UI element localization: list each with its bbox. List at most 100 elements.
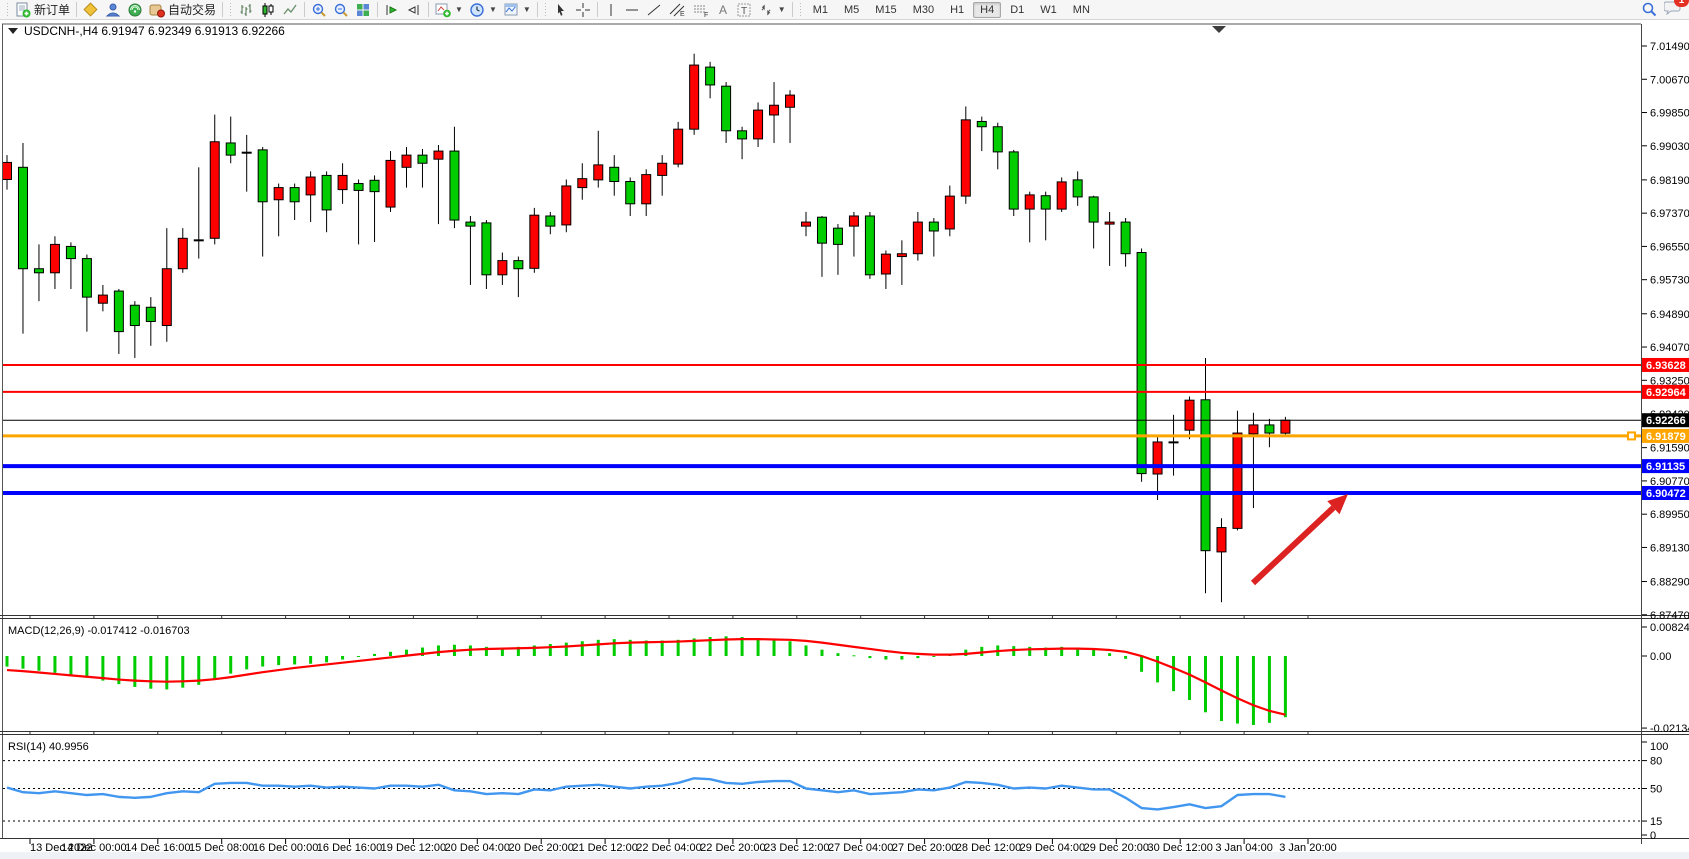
time-axis[interactable]: 13 Dec 202214 Dec 00:0014 Dec 16:0015 De… <box>30 839 1337 854</box>
macd-bar <box>597 640 600 656</box>
auto-scroll-button[interactable] <box>381 1 403 19</box>
time-tick-label: 29 Dec 04:00 <box>1020 842 1085 854</box>
chart-title: USDCNH-,H4 6.91947 6.92349 6.91913 6.922… <box>24 24 285 38</box>
text-button[interactable]: A <box>713 1 733 19</box>
tab-timeframe-MN[interactable]: MN <box>1066 2 1097 18</box>
macd-bar <box>1140 656 1143 672</box>
time-tick-label: 16 Dec 00:00 <box>253 842 318 854</box>
arrows-button[interactable]: ▼ <box>755 1 789 19</box>
macd-bar <box>69 656 72 675</box>
auto-scroll-icon <box>384 2 400 18</box>
macd-bar <box>309 656 312 664</box>
macd-bar <box>613 639 616 656</box>
tab-timeframe-M15[interactable]: M15 <box>868 2 903 18</box>
hline-price-badge-label: 6.91135 <box>1646 461 1685 473</box>
search-icon[interactable] <box>1641 1 1658 18</box>
svg-text:E: E <box>680 11 685 18</box>
macd-bar <box>293 656 296 664</box>
bar-chart-icon <box>238 2 254 18</box>
trendline-icon <box>646 2 662 18</box>
chevron-down-icon: ▼ <box>455 5 463 14</box>
text-label-icon: T <box>736 2 752 18</box>
macd-bar <box>325 656 328 662</box>
bar-chart-button[interactable] <box>235 1 257 19</box>
macd-bar <box>277 656 280 665</box>
time-tick-label: 22 Dec 20:00 <box>700 842 765 854</box>
chevron-down-icon: ▼ <box>778 5 786 14</box>
svg-text:T: T <box>741 6 747 17</box>
macd-bar <box>820 650 823 656</box>
fibonacci-button[interactable]: F <box>689 1 713 19</box>
price-tick-label: 6.94890 <box>1650 309 1689 321</box>
tab-timeframe-M30[interactable]: M30 <box>906 2 941 18</box>
tab-timeframe-W1[interactable]: W1 <box>1033 2 1064 18</box>
macd-scale-label: 0.008246 <box>1650 622 1689 634</box>
time-tick-label: 14 Dec 16:00 <box>125 842 190 854</box>
notifications-button[interactable]: 1 <box>1664 0 1682 20</box>
macd-bar <box>565 643 568 656</box>
macd-bar <box>900 656 903 660</box>
price-tick-label: 7.01490 <box>1650 41 1689 53</box>
tab-timeframe-M1[interactable]: M1 <box>806 2 835 18</box>
zoom-in-button[interactable] <box>308 1 330 19</box>
hline-handle[interactable] <box>1628 432 1635 439</box>
text-label-button[interactable]: T <box>733 1 755 19</box>
tile-windows-button[interactable] <box>352 1 374 19</box>
zoom-out-button[interactable] <box>330 1 352 19</box>
price-tick-label: 6.94070 <box>1650 342 1689 354</box>
tab-timeframe-D1[interactable]: D1 <box>1003 2 1031 18</box>
tile-windows-icon <box>355 2 371 18</box>
periods-button[interactable]: ▼ <box>466 1 500 19</box>
notification-badge: 1 <box>1674 0 1689 7</box>
macd-bar <box>37 656 40 671</box>
macd-bar <box>53 656 56 673</box>
crosshair-button[interactable] <box>572 1 594 19</box>
new-order-label: 新订单 <box>34 1 70 18</box>
hline-price-badge-label: 6.90472 <box>1646 488 1686 500</box>
macd-bar <box>581 641 584 656</box>
macd-bar <box>868 656 871 658</box>
navigator-icon <box>127 2 143 18</box>
rsi-scale-label: 80 <box>1650 756 1662 768</box>
rsi-scale-label: 50 <box>1650 784 1662 796</box>
data-window-button[interactable] <box>102 1 124 19</box>
macd-bar <box>1188 656 1191 700</box>
macd-bar <box>133 656 136 687</box>
horizontal-line-button[interactable] <box>621 1 643 19</box>
macd-bar <box>357 656 360 657</box>
macd-scale-label: -0.021344 <box>1650 723 1689 735</box>
tab-timeframe-H1[interactable]: H1 <box>943 2 971 18</box>
text-icon: A <box>716 2 730 18</box>
time-tick-label: 28 Dec 12:00 <box>956 842 1021 854</box>
macd-bar <box>6 656 9 667</box>
macd-bar <box>1252 656 1255 725</box>
autotrading-button[interactable]: 自动交易 <box>146 1 219 19</box>
macd-bar <box>1268 656 1271 723</box>
time-tick-label: 3 Jan 20:00 <box>1279 842 1337 854</box>
line-chart-button[interactable] <box>279 1 301 19</box>
macd-bar <box>165 656 168 689</box>
chart-area[interactable]: 7.014907.006706.998506.990306.981906.973… <box>0 0 1689 859</box>
cursor-button[interactable] <box>550 1 572 19</box>
time-tick-label: 29 Dec 20:00 <box>1084 842 1149 854</box>
toolbar-grip <box>543 3 548 17</box>
equidistant-channel-icon: E <box>668 2 686 18</box>
templates-button[interactable]: ▼ <box>500 1 534 19</box>
navigator-button[interactable] <box>124 1 146 19</box>
indicators-icon <box>435 2 451 18</box>
chart-background <box>0 20 1689 859</box>
macd-bar <box>1124 656 1127 659</box>
candlestick-chart-button[interactable] <box>257 1 279 19</box>
macd-bar <box>1284 656 1287 717</box>
trendline-button[interactable] <box>643 1 665 19</box>
indicators-button[interactable]: ▼ <box>432 1 466 19</box>
vertical-line-button[interactable] <box>601 1 621 19</box>
chart-shift-button[interactable] <box>403 1 425 19</box>
toolbar-grip <box>798 3 803 17</box>
time-tick-label: 16 Dec 16:00 <box>317 842 382 854</box>
market-watch-button[interactable] <box>80 1 102 19</box>
tab-timeframe-M5[interactable]: M5 <box>837 2 866 18</box>
tab-timeframe-H4[interactable]: H4 <box>973 2 1001 18</box>
equidistant-channel-button[interactable]: E <box>665 1 689 19</box>
new-order-button[interactable]: 新订单 <box>12 1 73 19</box>
